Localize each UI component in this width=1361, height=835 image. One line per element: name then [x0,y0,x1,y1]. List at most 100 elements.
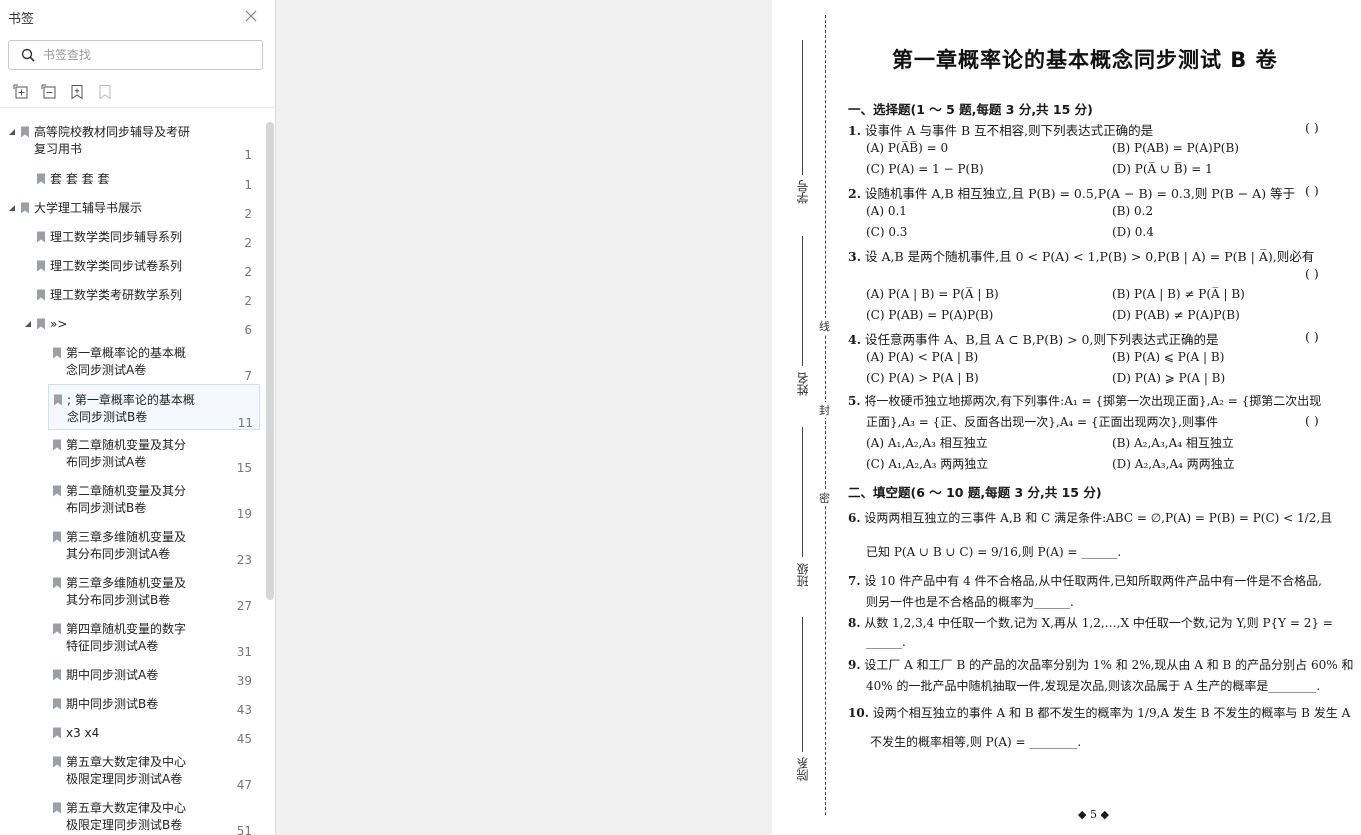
bookmark-label: 第三章多维随机变量及 [66,576,187,590]
option: (D) 0.4 [1112,225,1154,239]
bookmark-page-number: 2 [244,236,252,250]
sidebar-scrollbar[interactable] [266,122,274,600]
bookmark-label-line2: 念同步测试B卷 [67,410,148,424]
option: (C) 0.3 [866,225,908,239]
delete-bookmark-icon[interactable] [97,84,113,100]
seal-mark-mi: 密 [819,490,830,506]
expand-all-icon[interactable] [13,84,29,100]
document-page: 学号 姓名 班级 院系 线 封 密 第一章概率论的基本概念同步测试 B 卷 一、… [772,0,1361,835]
bookmark-icon [53,623,61,635]
bookmark-item[interactable]: 理工数学类同步辅导系列 2 [0,229,262,255]
class-line [802,427,803,557]
bookmark-label: 第四章随机变量的数字 [66,622,187,636]
question-4: 4. 设任意两事件 A、B,且 A ⊂ B,P(B) > 0,则下列表达式正确的… [848,332,1219,347]
bookmark-icon [53,698,61,710]
bookmark-icon [53,485,61,497]
bookmark-item[interactable]: 第五章大数定律及中心 极限定理同步测试B卷 51 [0,800,262,835]
question-5-cont: 正面},A₃ = {正、反面各出现一次},A₄ = {正面出现两次},则事件 [866,415,1218,429]
bookmark-label: 套 套 套 套 [50,172,110,186]
bookmark-item[interactable]: 理工数学类同步试卷系列 2 [0,258,262,284]
bookmark-item[interactable]: 套 套 套 套 1 [0,171,262,197]
expand-arrow-icon[interactable] [8,204,16,212]
bookmark-item[interactable]: 第四章随机变量的数字 特征同步测试A卷 31 [0,621,262,667]
bookmark-label-line2: 复习用书 [34,142,83,156]
bookmark-label: »> [50,317,68,331]
question-9: 9. 设工厂 A 和工厂 B 的产品的次品率分别为 1% 和 2%,现从由 A … [848,658,1354,672]
option: (D) P(AB) ≠ P(A)P(B) [1112,308,1240,322]
bookmark-page-number: 45 [236,732,252,746]
bookmark-page-number: 43 [236,703,252,717]
bookmark-item[interactable]: 第三章多维随机变量及 其分布同步测试A卷 23 [0,529,262,575]
collapse-all-icon[interactable] [41,84,57,100]
section-choice-heading: 一、选择题(1 ～ 5 题,每题 3 分,共 15 分) [848,102,1093,117]
bookmark-item[interactable]: 大学理工辅导书展示 2 [0,200,262,226]
bookmark-label-line2: 布同步测试A卷 [66,455,147,469]
close-icon[interactable] [244,9,258,23]
bookmark-label-line2: 特征同步测试A卷 [66,639,159,653]
bookmark-label: 第二章随机变量及其分 [66,438,187,452]
bookmark-icon [53,727,61,739]
answer-blank: ( ) [1305,183,1319,198]
question-1: 1. 设事件 A 与事件 B 互不相容,则下列表达式正确的是 [848,123,1154,138]
bookmark-page-number: 23 [236,553,252,567]
bookmark-label-line2: 念同步测试A卷 [66,363,147,377]
question-6-cont: 已知 P(A ∪ B ∪ C) = 9/16,则 P(A) = ______. [866,545,1122,559]
seal-mark-feng: 封 [819,402,830,418]
bookmark-item[interactable]: 理工数学类考研数学系列 2 [0,287,262,313]
divider [0,107,275,108]
bookmark-label: 理工数学类同步试卷系列 [50,259,183,273]
bookmark-search-box[interactable] [8,40,263,70]
bookmark-label: 期中同步测试B卷 [66,697,159,711]
question-3: 3. 设 A,B 是两个随机事件,且 0 < P(A) < 1,P(B) > 0… [848,249,1315,264]
bookmark-icon [53,802,61,814]
bookmark-icon [53,756,61,768]
option: (B) P(A) ⩽ P(A | B) [1112,350,1225,364]
question-8-cont: ______. [866,635,906,649]
bookmark-item[interactable]: 高等院校教材同步辅导及考研 复习用书 1 [0,124,262,170]
add-bookmark-icon[interactable] [69,84,85,100]
section-fill-heading: 二、填空题(6 ～ 10 题,每题 3 分,共 15 分) [848,485,1102,500]
option: (C) A₁,A₂,A₃ 两两独立 [866,457,989,471]
student-id-line [802,40,803,175]
bookmark-icon [37,231,45,243]
option: (D) P(A̅ ∪ B̅) = 1 [1112,162,1213,176]
viewer-background [277,0,772,835]
bookmark-page-number: 2 [244,265,252,279]
bookmark-page-number: 11 [237,416,253,430]
bookmark-page-number: 1 [244,148,252,162]
bookmark-item[interactable]: 第二章随机变量及其分 布同步测试A卷 15 [0,437,262,483]
expand-arrow-icon[interactable] [24,320,32,328]
bookmark-item[interactable]: 第五章大数定律及中心 极限定理同步测试A卷 47 [0,754,262,800]
option: (B) P(AB) = P(A)P(B) [1112,141,1239,155]
class-label: 班级 [796,563,810,587]
bookmark-icon [21,202,29,214]
bookmark-page-number: 39 [236,674,252,688]
option: (A) P(A) < P(A | B) [866,350,979,364]
bookmark-item[interactable]: 第三章多维随机变量及 其分布同步测试B卷 27 [0,575,262,621]
bookmark-page-number: 19 [236,507,252,521]
name-label: 姓名 [796,372,810,396]
department-label: 院系 [796,757,810,781]
expand-arrow-icon[interactable] [8,128,16,136]
bookmark-item[interactable]: 第二章随机变量及其分 布同步测试B卷 19 [0,483,262,529]
bookmark-search-input[interactable] [43,48,243,62]
bookmark-item[interactable]: x3 x4 45 [0,725,262,751]
option: (D) A₂,A₃,A₄ 两两独立 [1112,457,1235,471]
bookmark-icon [37,289,45,301]
bookmark-item[interactable]: 期中同步测试B卷 43 [0,696,262,722]
bookmark-icon [37,260,45,272]
bookmark-label: x3 x4 [66,726,100,740]
option: (C) P(AB) = P(A)P(B) [866,308,994,322]
page-number: ◆ 5 ◆ [1078,808,1109,821]
bookmark-page-number: 51 [236,824,252,835]
bookmark-icon [53,439,61,451]
bookmark-item[interactable]: 期中同步测试A卷 39 [0,667,262,693]
bookmark-page-number: 15 [236,461,252,475]
bookmark-item[interactable]: ; 第一章概率论的基本概 念同步测试B卷 11 [48,384,260,430]
bookmark-label: 第五章大数定律及中心 [66,755,187,769]
seal-mark-xian: 线 [819,318,830,334]
option: (B) P(A | B) ≠ P(A̅ | B) [1112,287,1245,301]
bookmark-item[interactable]: »> 6 [0,316,262,342]
option: (C) P(A) = 1 − P(B) [866,162,984,176]
answer-blank: ( ) [1305,329,1319,344]
